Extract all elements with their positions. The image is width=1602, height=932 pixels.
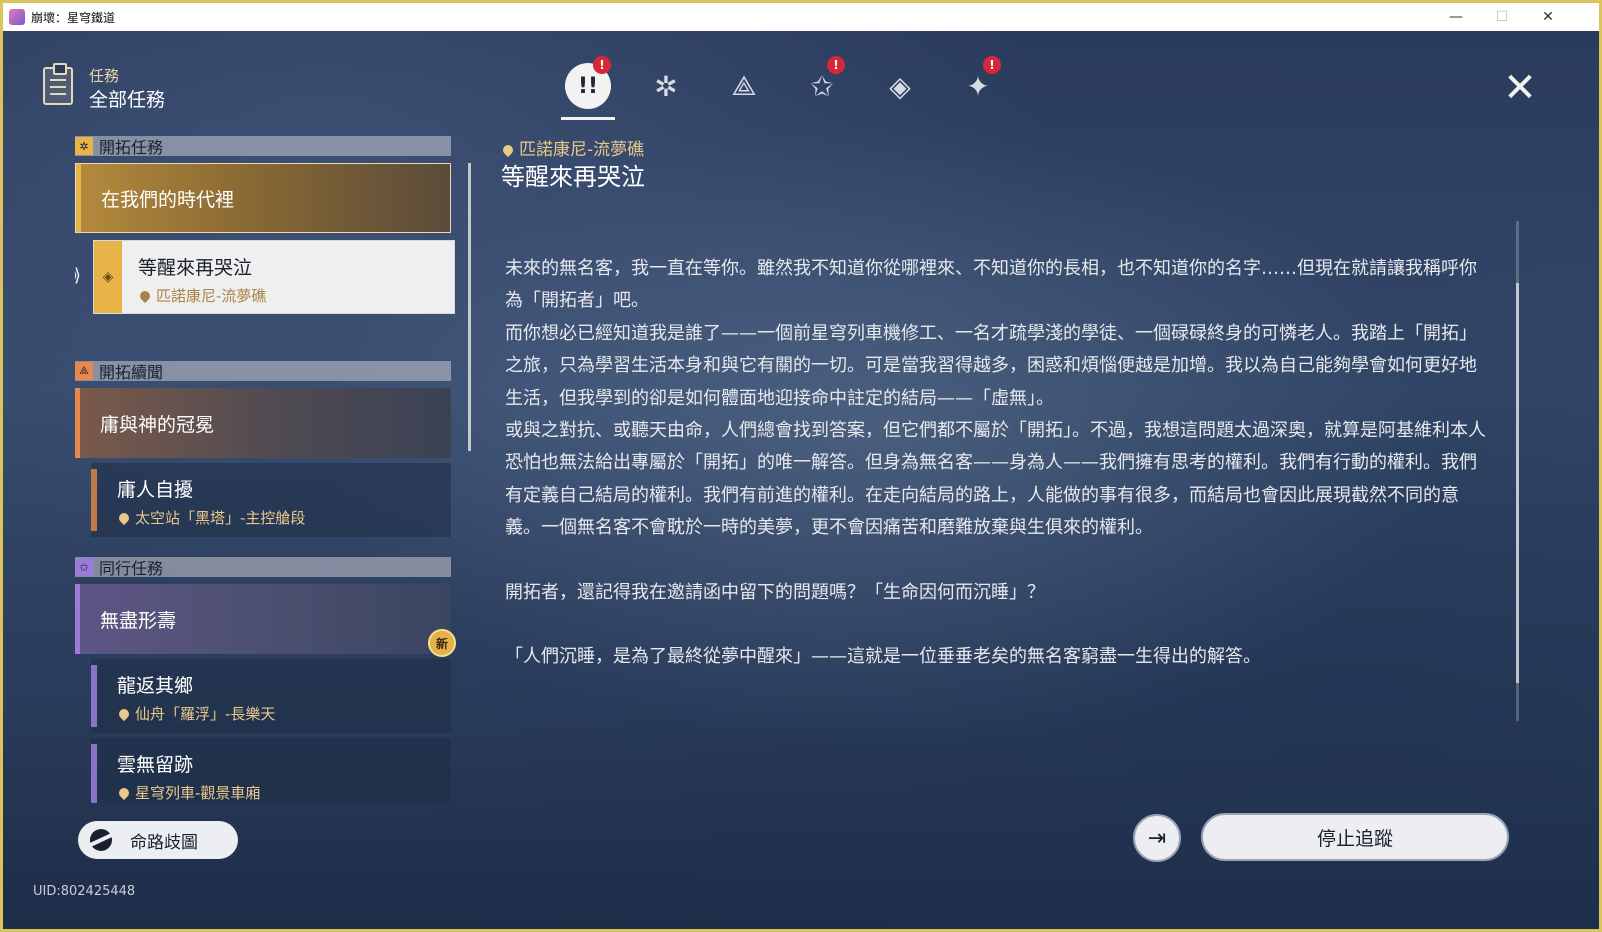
uid-label: UID:802425448 [33, 884, 136, 899]
app-window: 崩壞：星穹鐵道 — ☐ ✕ 任務 全部任務 !! ! ✲ ⟁ ✩ ! ◈ ✦ !… [3, 3, 1599, 929]
quest-main-item[interactable]: 庸與神的冠冕 [75, 388, 451, 458]
quest-sub-item[interactable]: 龍返其鄉 仙舟「羅浮」-長樂天 [91, 659, 451, 733]
compass-star-icon: ✲ [654, 69, 678, 103]
tab-adventure[interactable]: ◈ [871, 56, 929, 116]
notification-badge: ! [593, 56, 611, 74]
description-paragraph: 或與之對抗、或聽天由命，人們總會找到答案，但它們都不屬於「開拓」。不過，我想這問… [505, 420, 1486, 539]
quest-sub-name: 庸人自擾 [117, 479, 194, 501]
quest-sub-item[interactable]: 雲無留跡 星穹列車-觀景車廂 [91, 738, 451, 803]
trailblaze-mark-icon: ◈ [94, 241, 122, 313]
quest-sub-location: 星穹列車-觀景車廂 [116, 782, 260, 803]
header-title: 全部任務 [89, 89, 166, 111]
maximize-button[interactable]: ☐ [1479, 3, 1525, 31]
path-map-button[interactable]: 命路歧圖 [78, 821, 238, 859]
location-pin-icon [500, 142, 516, 158]
description-scrollbar[interactable] [1516, 283, 1519, 683]
header-subtitle: 任務 [89, 67, 120, 85]
quest-description: 未來的無名客，我一直在等你。雖然我不知道你從哪裡來、不知道你的長相，也不知道你的… [505, 253, 1491, 673]
navigate-icon: ⇥ [1147, 825, 1167, 851]
category-label: 開拓任務 [99, 138, 164, 157]
notification-badge: ! [827, 56, 845, 74]
companion-icon: ✩ [75, 558, 93, 576]
notification-badge: ! [983, 56, 1001, 74]
location-pin-icon [116, 785, 132, 801]
quest-sub-location: 太空站「黑塔」-主控艙段 [116, 507, 305, 528]
new-badge: 新 [428, 629, 456, 657]
category-header: ✲ 開拓任務 [75, 136, 451, 157]
navigate-button[interactable]: ⇥ [1133, 814, 1181, 862]
clipboard-icon [43, 63, 73, 105]
location-pin-icon [137, 288, 153, 304]
continuance-icon: ⟁ [75, 362, 93, 380]
category-header: ✩ 同行任務 [75, 557, 451, 578]
detail-title: 等醒來再哭泣 [501, 163, 645, 191]
category-header: ⟁ 開拓續聞 [75, 361, 451, 382]
quest-main-label: 無盡形壽 [100, 609, 177, 632]
window-close-button[interactable]: ✕ [1525, 3, 1571, 31]
category-label: 同行任務 [99, 559, 164, 578]
quest-main-item[interactable]: 在我們的時代裡 [75, 163, 451, 233]
triangle-star-icon: ⟁ [731, 69, 757, 102]
planet-icon [90, 829, 112, 851]
stop-tracking-label: 停止追蹤 [1316, 827, 1393, 850]
stop-tracking-button[interactable]: 停止追蹤 [1201, 813, 1509, 861]
location-pin-icon [116, 706, 132, 722]
window-title: 崩壞：星穹鐵道 [31, 10, 116, 25]
tab-companion[interactable]: ✩ ! [793, 56, 851, 116]
description-paragraph: 「人們沉睡，是為了最終從夢中醒來」——這就是一位垂垂老矣的無名客窮盡一生得出的解… [505, 646, 1261, 668]
tab-trailblaze[interactable]: ✲ [637, 56, 695, 116]
quest-sub-name: 雲無留跡 [117, 754, 194, 776]
description-paragraph: 而你想必已經知道我是誰了——一個前星穹列車機修工、一名才疏學淺的學徒、一個碌碌終… [505, 322, 1477, 409]
diamond-icon: ◈ [889, 69, 911, 103]
location-pin-icon [116, 510, 132, 526]
quest-list: ✲ 開拓任務 在我們的時代裡 ⟫ ◈ 等醒來再哭泣 匹諾康尼-流夢礁 ⟁ 開拓續… [75, 133, 455, 803]
quest-main-label: 在我們的時代裡 [101, 188, 235, 211]
title-bar: 崩壞：星穹鐵道 — ☐ ✕ [3, 3, 1599, 31]
quest-screen: 任務 全部任務 !! ! ✲ ⟁ ✩ ! ◈ ✦ ! ✕ ✲ 開拓任務 在我們的… [3, 31, 1599, 929]
close-icon[interactable]: ✕ [1501, 68, 1539, 108]
trailblaze-icon: ✲ [75, 137, 93, 155]
category-label: 開拓續聞 [99, 363, 164, 382]
quest-main-label: 庸與神的冠冕 [100, 413, 215, 436]
description-paragraph: 未來的無名客，我一直在等你。雖然我不知道你從哪裡來、不知道你的長相，也不知道你的… [505, 258, 1477, 312]
quest-sub-item[interactable]: 庸人自擾 太空站「黑塔」-主控艙段 [91, 463, 451, 537]
tab-daily[interactable]: ✦ ! [949, 56, 1007, 116]
app-icon [9, 9, 25, 25]
tab-continuance[interactable]: ⟁ [715, 56, 773, 116]
selected-arrow-icon: ⟫ [75, 265, 81, 286]
quest-sub-name: 等醒來再哭泣 [138, 257, 253, 279]
tab-all[interactable]: !! ! [559, 56, 617, 120]
path-map-label: 命路歧圖 [130, 832, 198, 853]
quest-sub-item-selected[interactable]: ◈ 等醒來再哭泣 匹諾康尼-流夢礁 [93, 240, 455, 314]
quest-type-tabs: !! ! ✲ ⟁ ✩ ! ◈ ✦ ! [559, 56, 1007, 120]
quest-list-scrollbar[interactable] [468, 163, 471, 451]
minimize-button[interactable]: — [1433, 3, 1479, 31]
description-paragraph: 開拓者，還記得我在邀請函中留下的問題嗎？「生命因何而沉睡」？ [505, 581, 1045, 603]
quest-main-item[interactable]: 無盡形壽 [75, 584, 451, 654]
quest-sub-name: 龍返其鄉 [117, 675, 194, 697]
quest-sub-location: 匹諾康尼-流夢礁 [137, 285, 266, 306]
quest-sub-location: 仙舟「羅浮」-長樂天 [116, 703, 275, 724]
